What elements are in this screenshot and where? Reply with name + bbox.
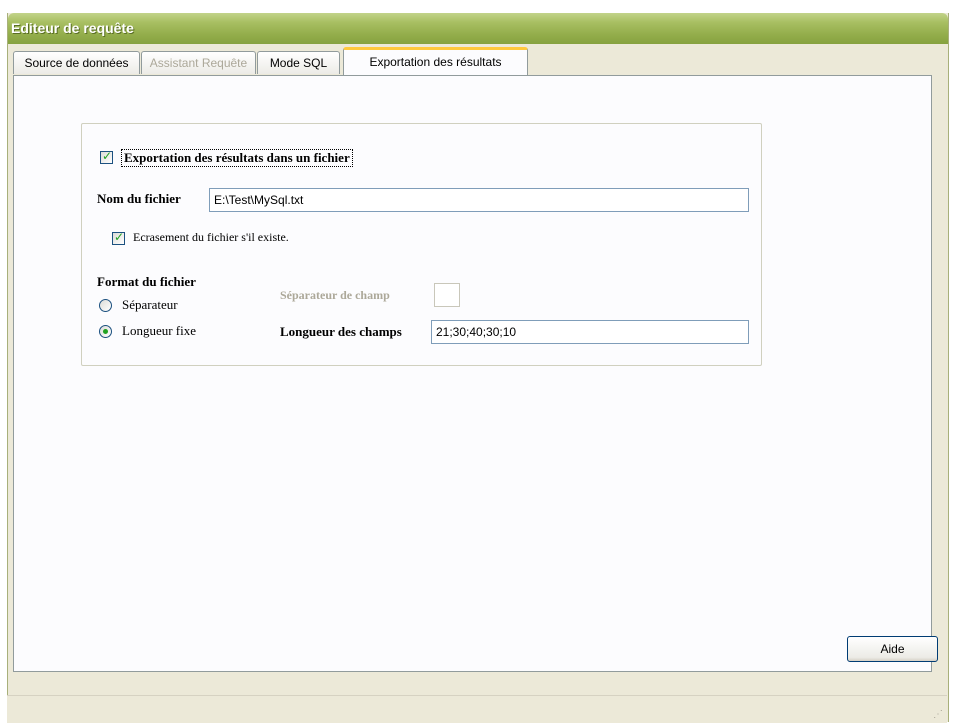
field-lengths-label: Longueur des champs: [280, 324, 402, 339]
title-bar[interactable]: Editeur de requête: [8, 13, 948, 44]
overwrite-label[interactable]: Ecrasement du fichier s'il existe.: [133, 230, 289, 245]
file-format-label: Format du fichier: [97, 274, 196, 289]
field-separator-label: Séparateur de champ: [280, 288, 390, 302]
export-checkbox[interactable]: ✓: [100, 149, 113, 164]
check-mark-icon: ✓: [102, 149, 113, 163]
resize-grip-icon[interactable]: ⋰: [933, 709, 943, 720]
filename-label: Nom du fichier: [97, 191, 181, 206]
radio-selected-dot: [103, 329, 108, 334]
help-button[interactable]: Aide: [847, 636, 938, 662]
radio-separator[interactable]: [99, 299, 112, 312]
overwrite-checkbox[interactable]: ✓: [112, 230, 125, 245]
tab-mode-sql[interactable]: Mode SQL: [257, 51, 340, 74]
status-bar: ⋰: [7, 695, 947, 723]
radio-fixed-length[interactable]: [99, 325, 112, 338]
tab-exportation-resultats[interactable]: Exportation des résultats: [343, 47, 528, 75]
field-lengths-input[interactable]: 21;30;40;30;10: [431, 320, 749, 344]
tab-assistant-requete: Assistant Requête: [141, 51, 256, 74]
export-checkbox-label[interactable]: Exportation des résultats dans un fichie…: [121, 149, 353, 167]
window-title: Editeur de requête: [11, 20, 134, 36]
export-group-box: ✓ Exportation des résultats dans un fich…: [81, 123, 762, 366]
tab-strip: Source de données Assistant Requête Mode…: [13, 47, 933, 77]
field-separator-input: [434, 283, 460, 307]
radio-separator-label[interactable]: Séparateur: [122, 297, 178, 313]
check-mark-icon: ✓: [114, 230, 125, 244]
tab-panel-export: ✓ Exportation des résultats dans un fich…: [13, 75, 932, 672]
filename-input[interactable]: E:\Test\MySql.txt: [209, 188, 749, 212]
tab-source-de-donnees[interactable]: Source de données: [13, 51, 140, 74]
radio-fixed-length-label[interactable]: Longueur fixe: [122, 323, 196, 339]
